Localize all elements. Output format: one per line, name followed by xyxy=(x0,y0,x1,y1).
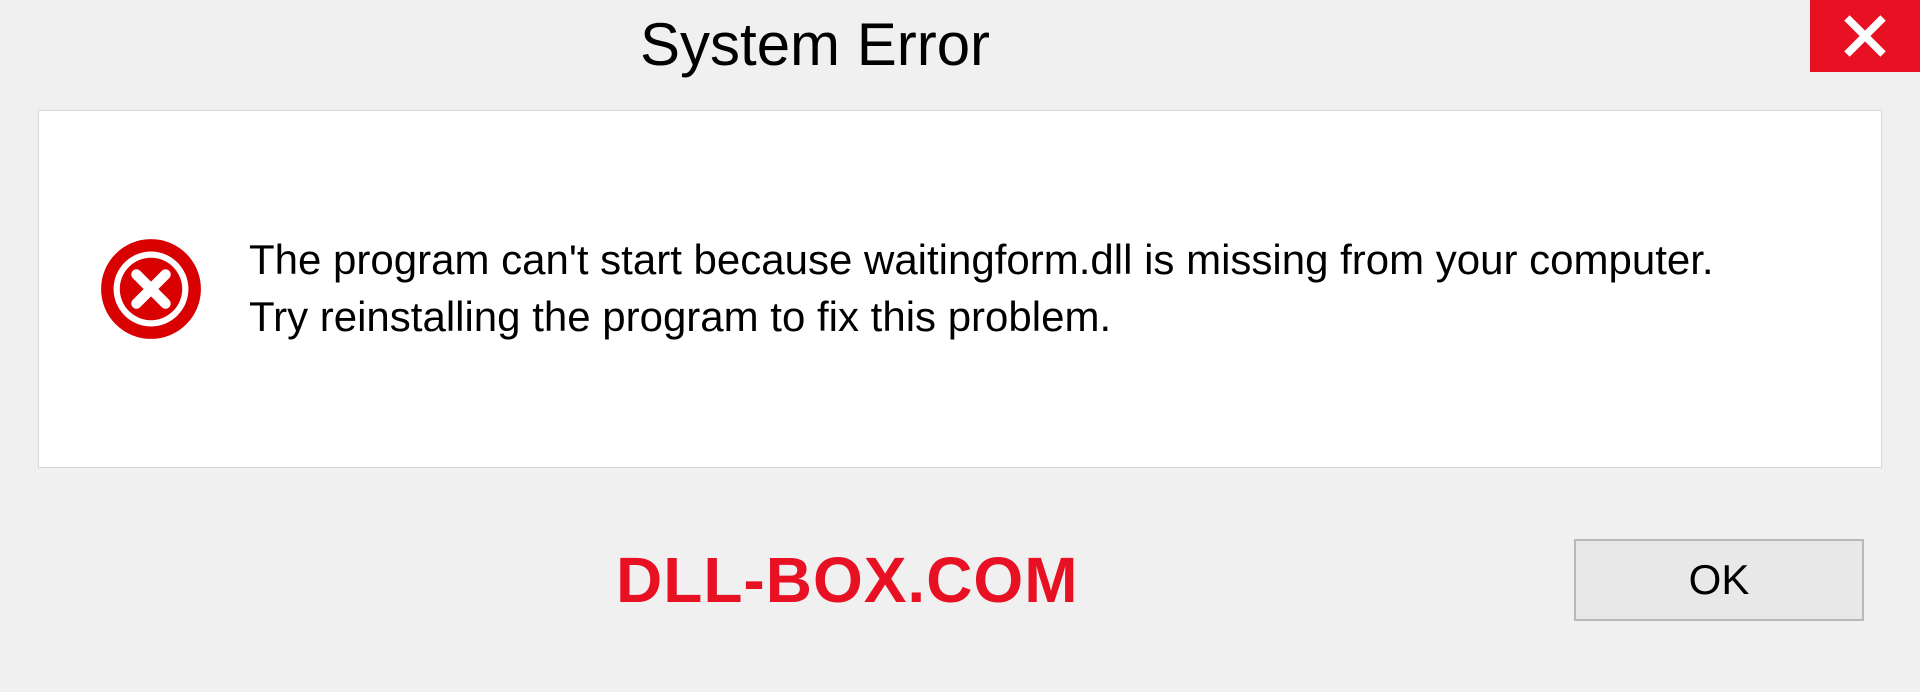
content-panel: The program can't start because waitingf… xyxy=(38,110,1882,468)
error-icon xyxy=(99,237,203,341)
titlebar: System Error xyxy=(0,0,1920,90)
dialog-footer: DLL-BOX.COM OK xyxy=(0,468,1920,692)
dialog-title: System Error xyxy=(640,10,990,79)
close-button[interactable] xyxy=(1810,0,1920,72)
error-message: The program can't start because waitingf… xyxy=(249,232,1769,345)
error-dialog: System Error The program can't start bec… xyxy=(0,0,1920,692)
close-icon xyxy=(1842,13,1888,59)
ok-button[interactable]: OK xyxy=(1574,539,1864,621)
watermark-text: DLL-BOX.COM xyxy=(616,543,1079,617)
